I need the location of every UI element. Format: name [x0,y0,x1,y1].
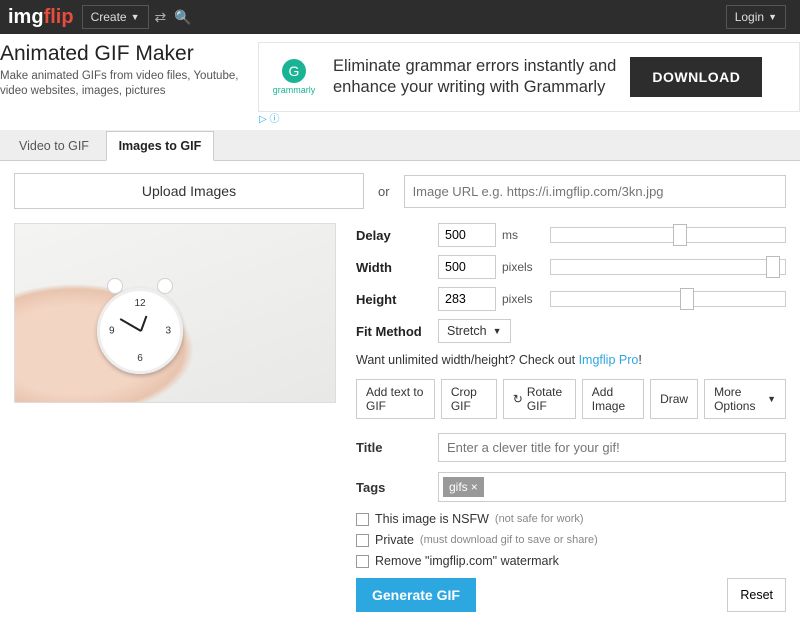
fit-method-select[interactable]: Stretch▼ [438,319,511,343]
upload-images-button[interactable]: Upload Images [14,173,364,209]
shuffle-icon[interactable]: ⇄ [155,9,167,26]
ad-banner[interactable]: Ggrammarly Eliminate grammar errors inst… [258,42,800,112]
page-title: Animated GIF Maker [0,42,252,66]
title-input[interactable] [438,433,786,462]
fit-method-label: Fit Method [356,324,438,339]
crop-button[interactable]: Crop GIF [441,379,497,419]
height-label: Height [356,292,438,307]
ad-cta-button[interactable]: DOWNLOAD [630,57,762,97]
tags-input[interactable]: gifs × [438,472,786,502]
width-input[interactable] [438,255,496,279]
tab-images-to-gif[interactable]: Images to GIF [106,131,215,161]
chevron-down-icon: ▼ [131,12,140,22]
chevron-down-icon: ▼ [493,326,502,336]
logo[interactable]: imgflip [8,6,74,29]
image-url-input[interactable] [404,175,786,208]
generate-gif-button[interactable]: Generate GIF [356,578,476,612]
search-icon[interactable]: 🔍 [174,9,191,26]
delay-input[interactable] [438,223,496,247]
draw-button[interactable]: Draw [650,379,698,419]
or-label: or [378,184,390,199]
width-label: Width [356,260,438,275]
add-image-button[interactable]: Add Image [582,379,644,419]
remove-watermark-checkbox[interactable]: Remove "imgflip.com" watermark [356,554,786,568]
imgflip-pro-link[interactable]: Imgflip Pro [579,353,639,367]
tab-video-to-gif[interactable]: Video to GIF [6,131,102,161]
chevron-down-icon: ▼ [768,12,777,22]
delay-label: Delay [356,228,438,243]
nsfw-checkbox[interactable]: This image is NSFW (not safe for work) [356,512,786,526]
rotate-button[interactable]: ↻Rotate GIF [503,379,576,419]
reset-button[interactable]: Reset [727,578,786,612]
tags-label: Tags [356,480,438,495]
chevron-down-icon: ▼ [767,394,776,404]
top-nav: imgflip Create ▼ ⇄ 🔍 Login ▼ [0,0,800,34]
remove-tag-icon[interactable]: × [471,480,478,494]
width-slider[interactable] [550,259,786,275]
height-slider[interactable] [550,291,786,307]
create-button[interactable]: Create ▼ [82,5,149,29]
pro-note: Want unlimited width/height? Check out I… [356,353,786,367]
add-text-button[interactable]: Add text to GIF [356,379,435,419]
title-label: Title [356,440,438,455]
tabs: Video to GIF Images to GIF [0,130,800,161]
private-checkbox[interactable]: Private (must download gif to save or sh… [356,533,786,547]
ad-logo: Ggrammarly [269,59,319,95]
more-options-button[interactable]: More Options ▼ [704,379,786,419]
tag-chip[interactable]: gifs × [443,477,484,497]
delay-slider[interactable] [550,227,786,243]
ad-text: Eliminate grammar errors instantly anden… [333,56,616,97]
page-subtitle: Make animated GIFs from video files, You… [0,69,252,99]
adchoices-icon[interactable]: ▷ ⓘ [259,110,279,125]
height-input[interactable] [438,287,496,311]
login-button[interactable]: Login ▼ [726,5,786,29]
rotate-icon: ↻ [513,392,523,406]
preview-image: 12369 [14,223,336,403]
